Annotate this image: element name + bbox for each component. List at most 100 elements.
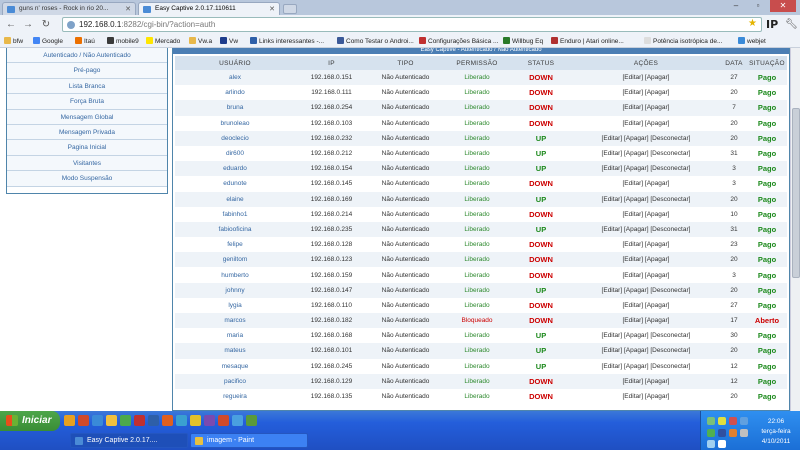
tray-icon[interactable]	[718, 417, 726, 425]
actions-cell[interactable]: [Editar] [Apagar] [Desconectar]	[571, 282, 721, 298]
sidebar-item-visitantes[interactable]: Visitantes	[7, 155, 167, 172]
bookmark-star-icon[interactable]: ★	[748, 18, 757, 29]
actions-cell[interactable]: [Editar] [Apagar]	[571, 267, 721, 283]
user-cell[interactable]: regueira	[175, 388, 295, 405]
back-arrow-icon[interactable]: ←	[5, 19, 17, 31]
actions-cell[interactable]: [Editar] [Apagar]	[571, 373, 721, 389]
quicklaunch-icon[interactable]	[162, 415, 173, 426]
close-tab-icon[interactable]: ✕	[125, 5, 131, 13]
tray-icon[interactable]	[729, 429, 737, 437]
quicklaunch-icon[interactable]	[78, 415, 89, 426]
tray-icon[interactable]	[729, 417, 737, 425]
bookmark-item[interactable]: webjet	[738, 37, 766, 45]
tray-icon[interactable]	[707, 417, 715, 425]
tab-easy-captive[interactable]: Easy Captive 2.0.17.110611 ✕	[138, 2, 280, 15]
quicklaunch-icon[interactable]	[92, 415, 103, 426]
tray-icon[interactable]	[707, 440, 715, 448]
actions-cell[interactable]: [Editar] [Apagar]	[571, 297, 721, 313]
sidebar-item-lista-branca[interactable]: Lista Branca	[7, 78, 167, 95]
quicklaunch-icon[interactable]	[204, 415, 215, 426]
maximize-button[interactable]: ▫	[748, 0, 768, 12]
user-cell[interactable]: arlindo	[175, 85, 295, 101]
actions-cell[interactable]: [Editar] [Apagar] [Desconectar]	[571, 130, 721, 146]
user-cell[interactable]: fabinho1	[175, 206, 295, 222]
sidebar-item-pre-pago[interactable]: Pré-pago	[7, 63, 167, 79]
user-cell[interactable]: johnny	[175, 282, 295, 298]
quicklaunch-icon[interactable]	[218, 415, 229, 426]
close-tab-icon[interactable]: ✕	[269, 5, 275, 13]
quicklaunch-icon[interactable]	[64, 415, 75, 426]
minimize-button[interactable]: –	[726, 0, 746, 12]
actions-cell[interactable]: [Editar] [Apagar]	[571, 252, 721, 268]
sidebar-item-forca-bruta[interactable]: Força Bruta	[7, 94, 167, 110]
actions-cell[interactable]: [Editar] [Apagar]	[571, 237, 721, 253]
scrollbar-thumb[interactable]	[792, 108, 800, 278]
bookmark-item[interactable]: Configurações Básica ...	[419, 37, 498, 45]
bookmark-item[interactable]: Links interessantes -...	[250, 37, 324, 45]
bookmark-item[interactable]: Como Testar o Androi...	[337, 37, 414, 45]
user-cell[interactable]: pacifico	[175, 373, 295, 389]
bookmark-item[interactable]: Vw	[220, 37, 238, 45]
address-bar[interactable]: 192.168.0.1:8282/cgi-bin/?action=auth ★	[62, 17, 762, 32]
forward-arrow-icon[interactable]: →	[22, 19, 34, 31]
bookmark-item[interactable]: Google	[33, 37, 63, 45]
actions-cell[interactable]: [Editar] [Apagar] [Desconectar]	[571, 358, 721, 374]
quicklaunch-icon[interactable]	[134, 415, 145, 426]
user-cell[interactable]: elaine	[175, 191, 295, 207]
volume-icon[interactable]	[740, 429, 748, 437]
actions-cell[interactable]: [Editar] [Apagar]	[571, 115, 721, 131]
user-cell[interactable]: felipe	[175, 237, 295, 253]
actions-cell[interactable]: [Editar] [Apagar] [Desconectar]	[571, 145, 721, 162]
actions-cell[interactable]: [Editar] [Apagar] [Desconectar]	[571, 191, 721, 207]
quicklaunch-icon[interactable]	[232, 415, 243, 426]
bookmark-item[interactable]: Willbug Eq	[503, 37, 543, 45]
sidebar-item-mensagem-global[interactable]: Mensagem Global	[7, 109, 167, 125]
taskbar-button-easy-captive[interactable]: Easy Captive 2.0.17....	[70, 433, 188, 448]
clock-time[interactable]: 22:06	[752, 418, 800, 425]
quicklaunch-icon[interactable]	[120, 415, 131, 426]
user-cell[interactable]: lygia	[175, 297, 295, 313]
quicklaunch-icon[interactable]	[106, 415, 117, 426]
sidebar-item-modo-suspensao[interactable]: Modo Suspensão	[7, 171, 167, 187]
actions-cell[interactable]: [Editar] [Apagar] [Desconectar]	[571, 221, 721, 238]
actions-cell[interactable]: [Editar] [Apagar]	[571, 70, 721, 86]
actions-cell[interactable]: [Editar] [Apagar]	[571, 206, 721, 222]
reload-icon[interactable]: ↻	[40, 19, 52, 31]
new-tab-button[interactable]	[283, 4, 297, 14]
user-cell[interactable]: deoclecio	[175, 130, 295, 146]
bookmark-item[interactable]: Potência isotrópica de...	[644, 37, 722, 45]
ip-extension-icon[interactable]: IP	[766, 18, 778, 31]
user-cell[interactable]: fabiooficina	[175, 221, 295, 238]
user-cell[interactable]: mateus	[175, 343, 295, 359]
user-cell[interactable]: brunoleao	[175, 115, 295, 131]
actions-cell[interactable]: [Editar] [Apagar]	[571, 100, 721, 116]
vertical-scrollbar[interactable]	[790, 48, 800, 411]
user-cell[interactable]: marcos	[175, 313, 295, 329]
actions-cell[interactable]: [Editar] [Apagar] [Desconectar]	[571, 328, 721, 344]
bookmark-item[interactable]: mobile9	[107, 37, 139, 45]
bookmark-item[interactable]: Enduro | Atari online...	[551, 37, 624, 45]
actions-cell[interactable]: [Editar] [Apagar] [Desconectar]	[571, 161, 721, 177]
user-cell[interactable]: alex	[175, 70, 295, 86]
actions-cell[interactable]: [Editar] [Apagar]	[571, 313, 721, 329]
tray-icon[interactable]	[740, 417, 748, 425]
actions-cell[interactable]: [Editar] [Apagar]	[571, 85, 721, 101]
tray-icon[interactable]	[718, 429, 726, 437]
close-window-button[interactable]: ✕	[770, 0, 796, 12]
bookmark-item[interactable]: bfw	[4, 37, 23, 45]
user-cell[interactable]: bruna	[175, 100, 295, 116]
quicklaunch-icon[interactable]	[246, 415, 257, 426]
user-cell[interactable]: dir600	[175, 145, 295, 162]
quicklaunch-icon[interactable]	[176, 415, 187, 426]
quicklaunch-icon[interactable]	[148, 415, 159, 426]
user-cell[interactable]: mesaque	[175, 358, 295, 374]
tab-rock-in-rio[interactable]: guns n' roses - Rock in rio 20... ✕	[2, 2, 136, 15]
actions-cell[interactable]: [Editar] [Apagar] [Desconectar]	[571, 343, 721, 359]
wrench-icon[interactable]: 🔧︎	[785, 19, 798, 30]
quicklaunch-icon[interactable]	[190, 415, 201, 426]
user-cell[interactable]: geniltom	[175, 252, 295, 268]
actions-cell[interactable]: [Editar] [Apagar]	[571, 176, 721, 192]
bookmark-item[interactable]: Mercado	[146, 37, 180, 45]
bookmark-item[interactable]: Vw.a	[189, 37, 212, 45]
actions-cell[interactable]: [Editar] [Apagar]	[571, 388, 721, 405]
